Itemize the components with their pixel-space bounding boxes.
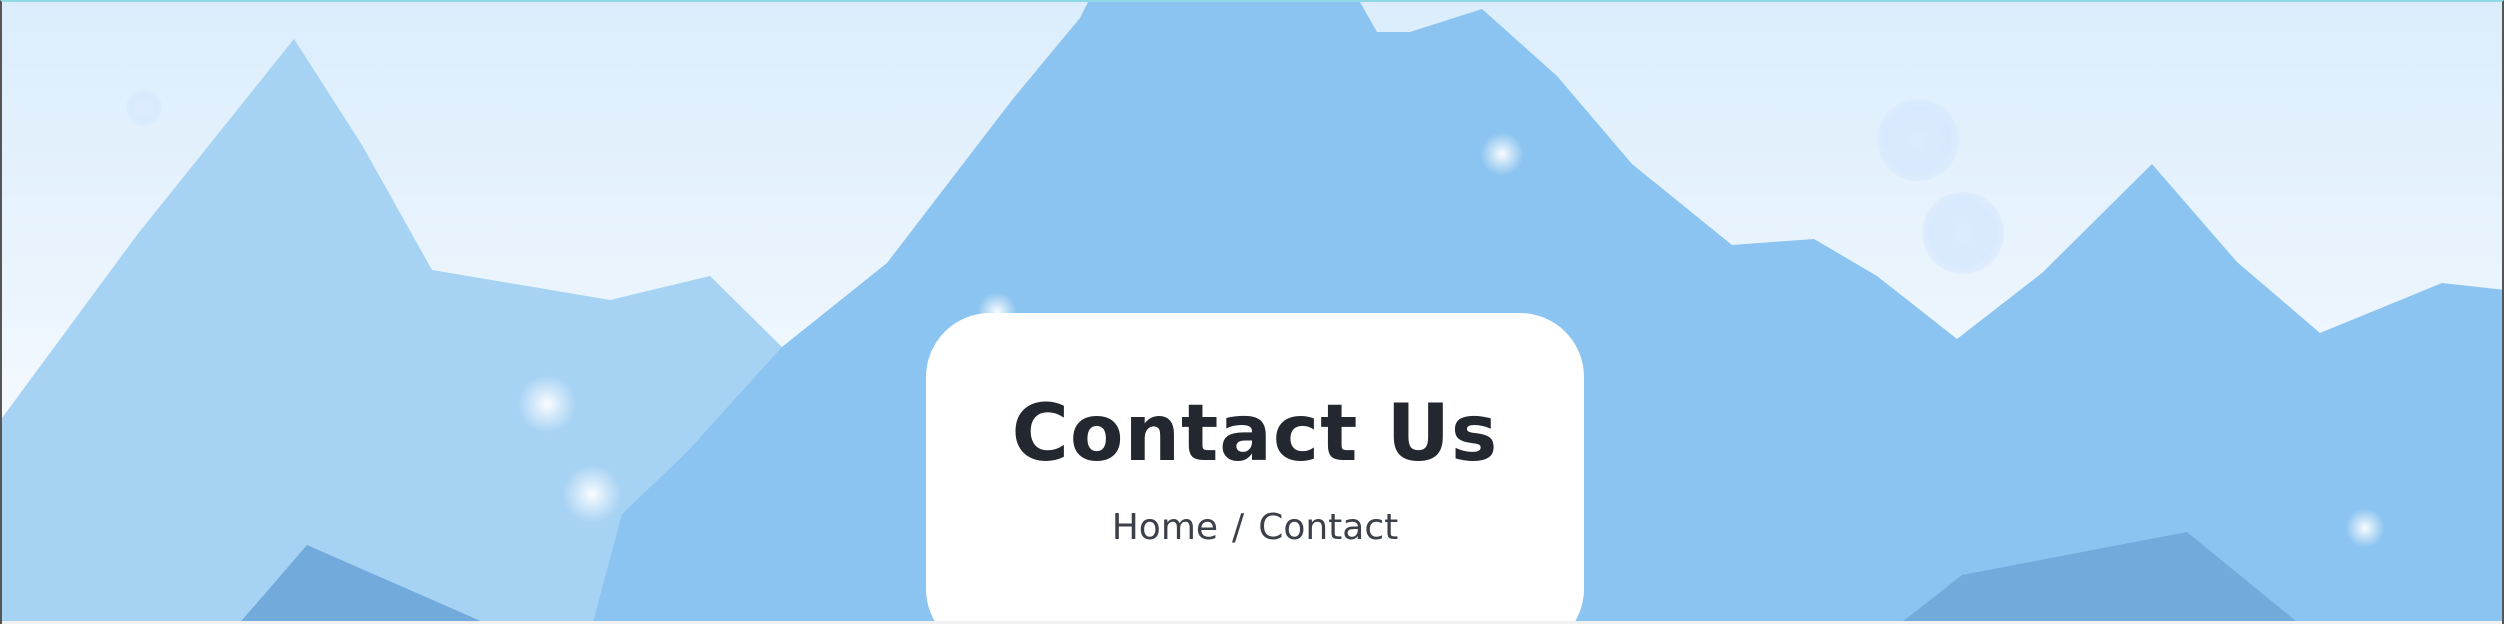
sparkle-decoration [562, 464, 622, 524]
page-hero-banner: Contact Us Home / Contact [0, 0, 2504, 624]
bubble-decoration [1877, 99, 1959, 181]
breadcrumb-current: Contact [1258, 507, 1399, 548]
sparkle-decoration [1480, 132, 1524, 176]
breadcrumb: Home / Contact [926, 507, 1584, 548]
bubble-decoration [1922, 192, 2004, 274]
page-title-card: Contact Us Home / Contact [926, 313, 1584, 624]
sparkle-decoration [517, 374, 577, 434]
sparkle-decoration [2345, 508, 2385, 548]
bubble-decoration [126, 90, 162, 126]
breadcrumb-home-link[interactable]: Home [1112, 507, 1218, 548]
page-title: Contact Us [1011, 389, 1499, 479]
breadcrumb-separator: / [1232, 507, 1245, 548]
